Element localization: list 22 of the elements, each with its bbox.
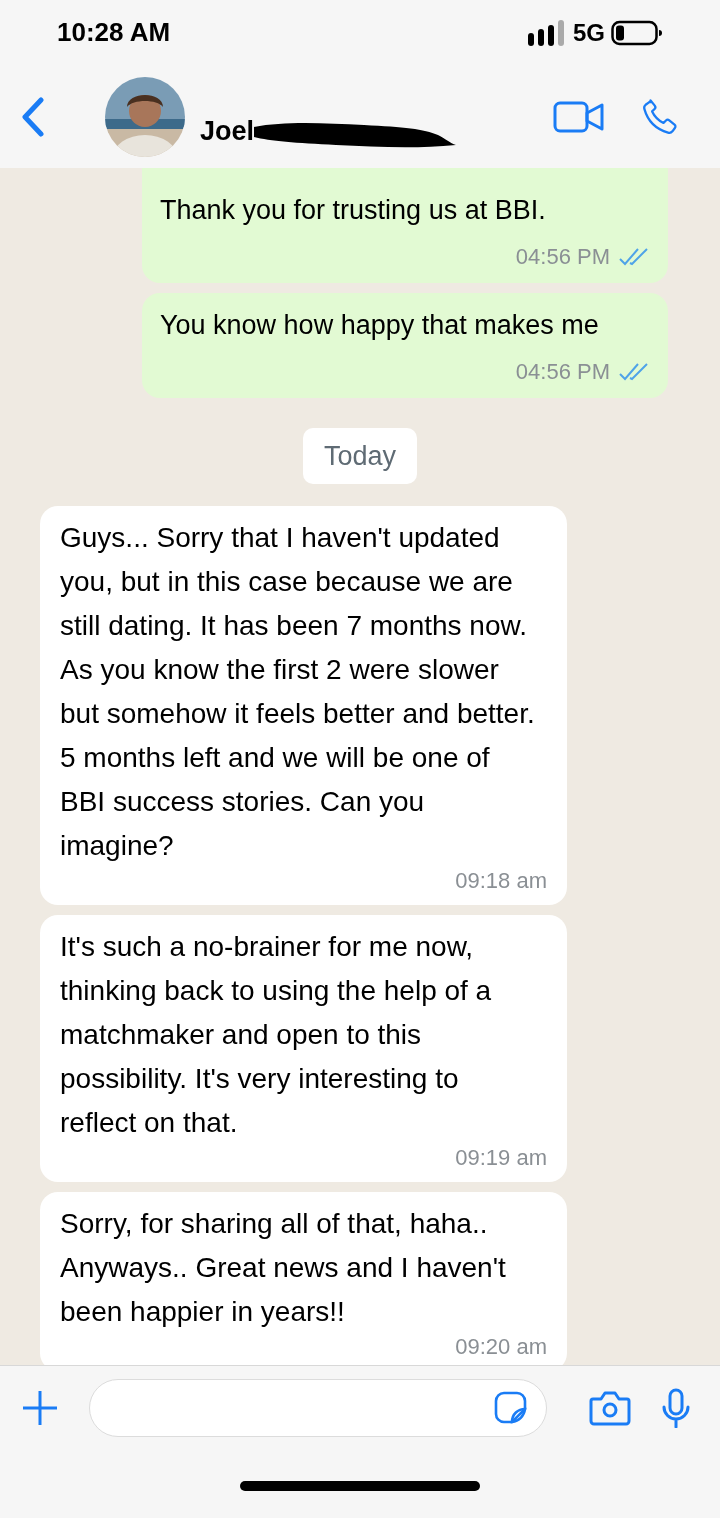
- network-label: 5G: [573, 17, 605, 48]
- message-text: Guys... Sorry that I haven't updated you, but in this case because we are still dating. It has been 7 months now. As you know the first 2 were slower but somehow it feels better and better. 5 months left and we will be one of BBI success stories. Can you imagine?: [59, 521, 536, 863]
- contact-name: Joel: [200, 115, 255, 149]
- message-text: Thank you for trusting us at BBI.: [160, 194, 546, 227]
- message-time: 04:56 PM: [515, 358, 610, 386]
- date-chip: Today: [302, 428, 418, 484]
- message-time: 09:18 am: [455, 867, 547, 895]
- message-time: 04:56 PM: [515, 243, 610, 271]
- message-time: 09:20 am: [455, 1333, 547, 1361]
- message-text: You know how happy that makes me: [160, 309, 599, 342]
- camera-icon: [589, 1390, 631, 1426]
- microphone-icon: [661, 1388, 691, 1428]
- status-time: 10:28 AM: [57, 16, 171, 49]
- battery-icon: [611, 18, 663, 47]
- message-text: It's such a no-brainer for me now, thinking back to using the help of a matchmaker and open to this possibility. It's very interesting to reflect on that.: [59, 930, 493, 1140]
- add-button[interactable]: [20, 1388, 60, 1428]
- sticker-icon[interactable]: [494, 1391, 528, 1425]
- back-icon: [21, 96, 45, 137]
- message-text: Sorry, for sharing all of that, haha.. Anyways.. Great news and I haven't been happier in years!!: [59, 1207, 507, 1329]
- video-camera-icon: [553, 100, 605, 133]
- plus-icon: [21, 1389, 59, 1427]
- message-time: 09:19 am: [455, 1144, 547, 1172]
